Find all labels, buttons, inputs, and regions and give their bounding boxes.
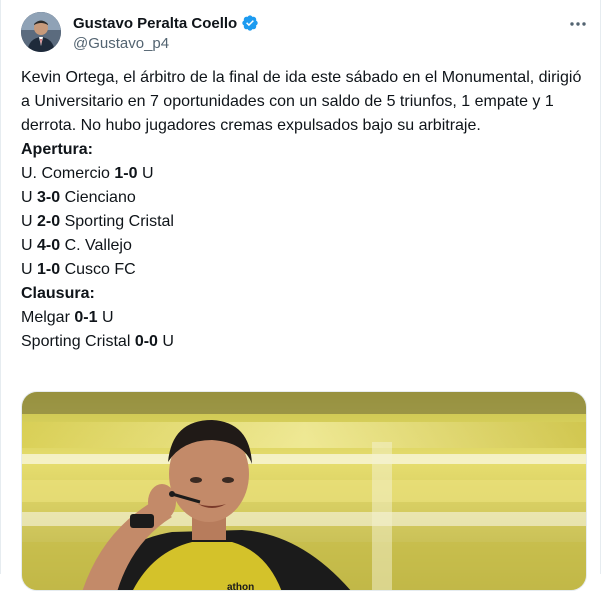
author-handle[interactable]: @Gustavo_p4 [73,35,169,52]
result-line: Melgar 0-1 U [21,309,114,326]
tweet-text: Kevin Ortega, el árbitro de la final de … [21,69,582,134]
tweet-card: Gustavo Peralta Coello @Gustavo_p4 Kevin… [0,0,601,591]
result-line: U. Comercio 1-0 U [21,165,154,182]
referee-photo-icon: athon [22,392,586,591]
tweet-content: Kevin Ortega, el árbitro de la final de … [21,66,587,354]
result-line: U 2-0 Sporting Cristal [21,213,174,230]
apertura-heading: Apertura: [21,141,94,158]
avatar[interactable] [21,12,61,52]
clausura-heading: Clausura: [21,285,95,302]
result-line: U 4-0 C. Vallejo [21,237,132,254]
result-line: U 1-0 Cusco FC [21,261,136,278]
tweet-photo[interactable]: athon [21,391,587,591]
apertura-results: U. Comercio 1-0 U U 3-0 Cienciano U 2-0 … [21,162,587,282]
more-options-icon[interactable] [566,12,590,36]
author-name-row: Gustavo Peralta Coello [73,14,259,32]
svg-text:athon: athon [227,582,254,591]
verified-badge-icon [242,15,258,31]
clausura-results: Melgar 0-1 U Sporting Cristal 0-0 U [21,306,587,354]
profile-photo-icon [21,12,61,52]
result-line: U 3-0 Cienciano [21,189,136,206]
result-line: Sporting Cristal 0-0 U [21,333,174,350]
author-name[interactable]: Gustavo Peralta Coello [73,15,237,32]
